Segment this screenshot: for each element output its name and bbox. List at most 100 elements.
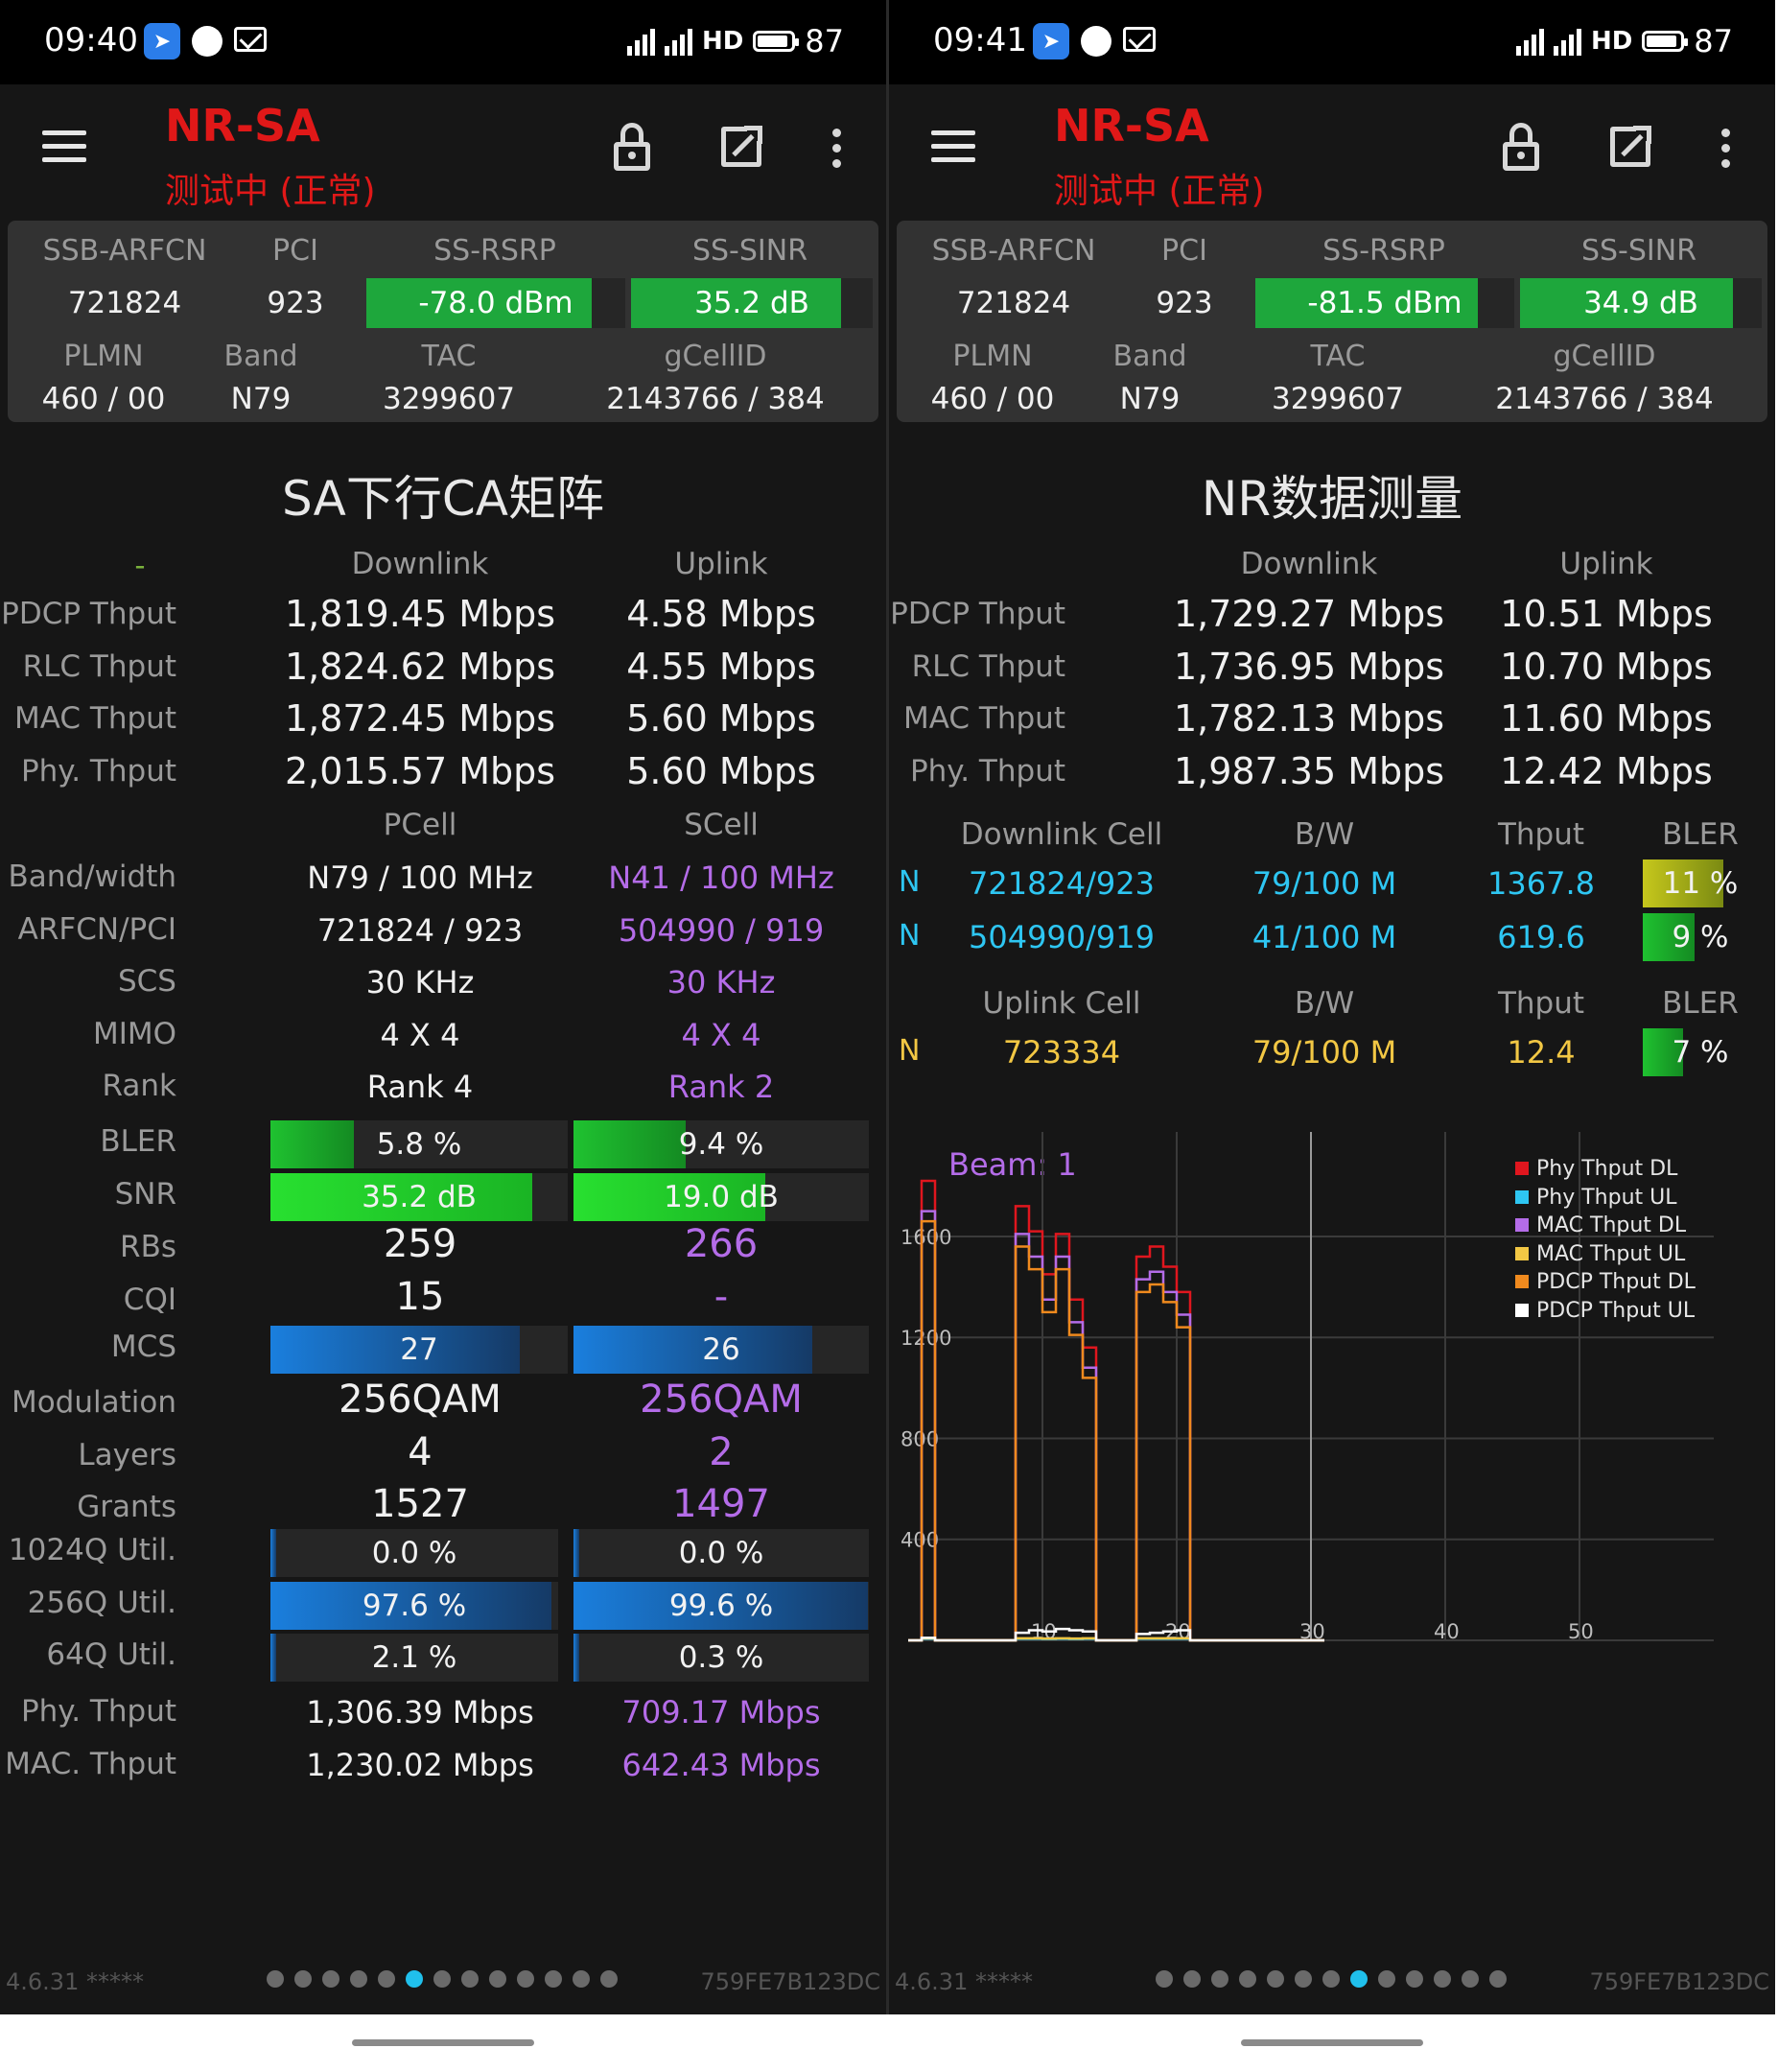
gcellid-label: gCellID xyxy=(1553,340,1656,373)
plmn-label: PLMN xyxy=(952,340,1033,373)
band-label: Band xyxy=(223,340,298,373)
more-options-icon[interactable] xyxy=(1721,129,1731,175)
page-dot[interactable] xyxy=(1239,1970,1256,1988)
scell-util-bar: 0.3 % xyxy=(573,1634,869,1682)
bw-header: B/W xyxy=(1294,986,1355,1021)
test-status: 测试中 (正常) xyxy=(165,172,376,211)
legend-label: MAC Thput UL xyxy=(1536,1241,1686,1266)
pcell-thput: 1,306.39 Mbps xyxy=(306,1694,534,1731)
pcell-bler-bar: 5.8 % xyxy=(270,1120,568,1168)
page-dot[interactable] xyxy=(1434,1970,1451,1988)
y-tick-label: 800 xyxy=(901,1427,939,1450)
downlink-thput: 1,782.13 Mbps xyxy=(1173,697,1445,740)
ul-bler-bar: 7 % xyxy=(1643,1028,1758,1076)
signal-icon xyxy=(664,27,692,56)
page-dot[interactable] xyxy=(1489,1970,1507,1988)
page-dot[interactable] xyxy=(1267,1970,1284,1988)
cell-param-label: ARFCN/PCI xyxy=(17,911,176,947)
network-mode-title: NR-SA xyxy=(165,100,320,152)
band-value: N79 xyxy=(1119,382,1181,416)
left-screen: 09:40 ➤ HD 87 NR-SA 测试中 (正常) SSB-ARFCN P… xyxy=(0,0,886,2014)
tac-label: TAC xyxy=(421,340,477,373)
page-dot[interactable] xyxy=(1211,1970,1228,1988)
page-indicator[interactable] xyxy=(1156,1970,1507,1988)
page-dot[interactable] xyxy=(322,1970,339,1988)
page-dot[interactable] xyxy=(1350,1970,1368,1988)
thput-header: Thput xyxy=(1497,817,1585,852)
scell-header: SCell xyxy=(684,808,759,842)
page-dot[interactable] xyxy=(600,1970,618,1988)
pcell-value: Rank 4 xyxy=(366,1069,474,1105)
scell-value: 2 xyxy=(709,1429,734,1474)
menu-icon[interactable] xyxy=(42,130,86,163)
uplink-thput: 4.58 Mbps xyxy=(626,593,816,635)
pcell-value: 259 xyxy=(383,1222,457,1266)
legend-swatch xyxy=(1515,1275,1529,1288)
home-indicator[interactable] xyxy=(1241,2039,1423,2046)
battery-level: 87 xyxy=(1694,23,1733,59)
uplink-thput: 10.51 Mbps xyxy=(1500,593,1713,635)
page-dot[interactable] xyxy=(1183,1970,1201,1988)
page-dot[interactable] xyxy=(267,1970,284,1988)
downlink-thput: 1,987.35 Mbps xyxy=(1173,749,1445,792)
page-indicator[interactable] xyxy=(267,1970,618,1988)
plmn-value: 460 / 00 xyxy=(930,382,1055,416)
thput-label: PDCP Thput xyxy=(1,597,176,631)
ul-cell-header: Uplink Cell xyxy=(982,986,1141,1021)
menu-icon[interactable] xyxy=(931,130,975,163)
series-line-2 xyxy=(908,1210,1324,1642)
page-dot[interactable] xyxy=(1156,1970,1173,1988)
ul-cell-id[interactable]: 723334 xyxy=(1003,1034,1120,1071)
page-dot[interactable] xyxy=(406,1970,423,1988)
page-dot[interactable] xyxy=(1378,1970,1395,1988)
dl-bler-bar: 9 % xyxy=(1643,913,1758,961)
page-dot[interactable] xyxy=(350,1970,367,1988)
dl-cell-id[interactable]: 721824/923 xyxy=(969,865,1155,902)
lock-icon[interactable] xyxy=(614,123,650,171)
downlink-thput: 1,729.27 Mbps xyxy=(1173,593,1445,635)
pcell-value: 721824 / 923 xyxy=(316,911,524,949)
export-icon[interactable] xyxy=(721,126,762,167)
arfcn-value: 721824 xyxy=(67,286,182,320)
pcell-value: 4 xyxy=(408,1429,433,1474)
page-dot[interactable] xyxy=(1322,1970,1340,1988)
scell-value: - xyxy=(714,1274,729,1319)
page-dot[interactable] xyxy=(1295,1970,1312,1988)
dl-cell-id[interactable]: 504990/919 xyxy=(969,919,1155,955)
uplink-thput: 11.60 Mbps xyxy=(1500,697,1713,740)
page-dot[interactable] xyxy=(294,1970,312,1988)
cell-info-panel: SSB-ARFCN PCI SS-RSRP SS-SINR 721824 923… xyxy=(8,221,878,422)
scell-value: 256QAM xyxy=(640,1377,803,1422)
right-screen: 09:41 ➤ HD 87 NR-SA 测试中 (正常) SSB-ARFCN P… xyxy=(889,0,1775,2014)
sinr-bar: 35.2 dB xyxy=(631,278,873,328)
page-dot[interactable] xyxy=(573,1970,590,1988)
mail-icon xyxy=(1123,27,1156,52)
cell-param-label: MIMO xyxy=(92,1016,176,1051)
series-line-5 xyxy=(908,1627,1324,1642)
metric-label: Layers xyxy=(78,1437,176,1472)
metric-label: Modulation xyxy=(11,1385,176,1420)
home-indicator[interactable] xyxy=(352,2039,534,2046)
export-icon[interactable] xyxy=(1610,126,1651,167)
legend-label: MAC Thput DL xyxy=(1536,1213,1687,1237)
page-dot[interactable] xyxy=(517,1970,534,1988)
dl-cell-thput: 1367.8 xyxy=(1487,865,1595,902)
page-dot[interactable] xyxy=(1406,1970,1423,1988)
lock-icon[interactable] xyxy=(1503,123,1539,171)
page-dot[interactable] xyxy=(1462,1970,1479,1988)
page-dot[interactable] xyxy=(545,1970,562,1988)
page-dot[interactable] xyxy=(433,1970,451,1988)
page-dot[interactable] xyxy=(461,1970,479,1988)
legend-label: Phy Thput DL xyxy=(1536,1157,1678,1181)
thput-label: Phy. Thput xyxy=(20,1694,176,1729)
metric-label: CQI xyxy=(123,1282,176,1317)
dl-cell-bw: 79/100 M xyxy=(1252,865,1397,902)
page-dot[interactable] xyxy=(489,1970,506,1988)
more-options-icon[interactable] xyxy=(832,129,842,175)
uplink-thput: 5.60 Mbps xyxy=(626,749,816,792)
thput-label: MAC Thput xyxy=(903,701,1065,736)
legend-swatch xyxy=(1515,1218,1529,1232)
plmn-label: PLMN xyxy=(63,340,144,373)
page-dot[interactable] xyxy=(378,1970,395,1988)
arfcn-label: SSB-ARFCN xyxy=(931,234,1096,268)
